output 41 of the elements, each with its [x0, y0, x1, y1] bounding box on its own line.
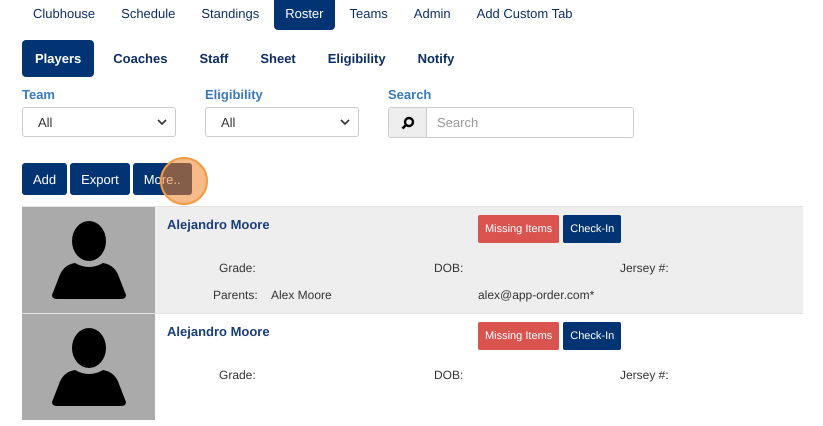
check-in-button[interactable]: Check-In [563, 215, 622, 243]
nav-tab[interactable]: Clubhouse [22, 0, 106, 30]
nav-tab[interactable]: Schedule [110, 0, 186, 30]
missing-items-button[interactable]: Missing Items [478, 322, 560, 350]
dob-label: DOB: [434, 368, 464, 382]
grade-label: Grade: [219, 261, 256, 275]
sub-tab[interactable]: Sheet [247, 40, 309, 77]
missing-items-button[interactable]: Missing Items [478, 215, 560, 243]
jersey-label: Jersey #: [620, 368, 669, 382]
search-field[interactable]: Search [388, 107, 634, 138]
action-button[interactable]: Add [22, 163, 68, 195]
check-in-button[interactable]: Check-In [563, 322, 622, 350]
sub-tab[interactable]: Eligibility [314, 40, 399, 77]
field-label: Eligibility [205, 87, 264, 102]
sub-tab[interactable]: Notify [404, 40, 468, 77]
sub-tab[interactable]: Staff [186, 40, 242, 77]
dob-label: DOB: [434, 261, 464, 275]
action-button[interactable]: Export [70, 163, 130, 195]
grade-label: Grade: [219, 368, 256, 382]
player-name[interactable]: Alejandro Moore [167, 324, 270, 339]
jersey-label: Jersey #: [620, 261, 669, 275]
sub-tab[interactable]: Players [22, 40, 94, 77]
chevron-down-icon [340, 119, 350, 125]
field-label: Search [388, 87, 432, 102]
chevron-down-icon [157, 119, 167, 125]
person-silhouette-icon [50, 328, 126, 406]
nav-tab[interactable]: Standings [190, 0, 270, 30]
eligibility-select[interactable]: All [205, 107, 359, 137]
nav-tab[interactable]: Teams [338, 0, 399, 30]
search-icon [400, 116, 414, 130]
parents-value: Alex Moore [271, 288, 332, 302]
email-text: alex@app-order.com* [478, 288, 594, 302]
player-name[interactable]: Alejandro Moore [167, 217, 270, 232]
sub-tab[interactable]: Coaches [100, 40, 180, 77]
nav-tab[interactable]: Roster [274, 0, 334, 30]
parents-label: Parents: [213, 288, 258, 302]
team-select[interactable]: All [22, 107, 176, 137]
field-label: Team [22, 87, 56, 102]
nav-tab[interactable]: Admin [402, 0, 462, 30]
person-silhouette-icon [50, 221, 126, 299]
nav-tab[interactable]: Add Custom Tab [466, 0, 584, 30]
